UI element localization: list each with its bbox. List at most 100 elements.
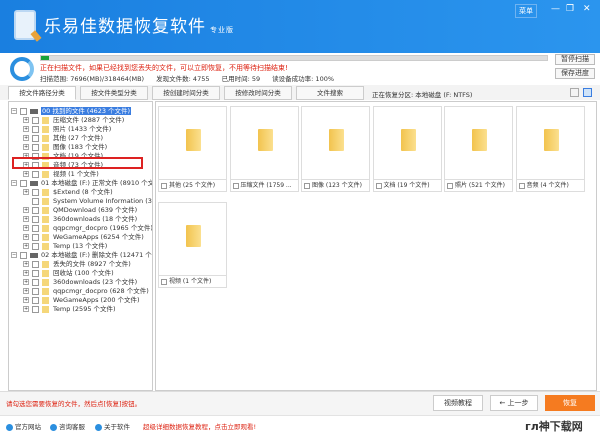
tab-0[interactable]: 按文件路径分类 xyxy=(8,86,76,100)
tree-item[interactable]: + qqpcmgr_docpro (1965 个文件) xyxy=(23,224,152,233)
expand-icon[interactable]: + xyxy=(23,135,29,141)
checkbox[interactable] xyxy=(32,242,39,250)
expand-icon[interactable]: + xyxy=(23,117,29,123)
tree-item[interactable]: + 照片 (1433 个文件) xyxy=(23,125,111,134)
checkbox[interactable] xyxy=(32,278,39,286)
edition-label: 专业版 xyxy=(210,26,234,34)
tab-1[interactable]: 按文件类型分类 xyxy=(80,86,148,100)
folder-tile[interactable]: 其他 (25 个文件) xyxy=(158,106,227,192)
checkbox[interactable] xyxy=(304,182,310,189)
pause-scan-button[interactable]: 暂停扫描 xyxy=(555,54,595,65)
tree-item[interactable]: + Temp (2595 个文件) xyxy=(23,305,116,314)
checkbox[interactable] xyxy=(32,197,39,205)
checkbox[interactable] xyxy=(20,251,27,259)
minimize-button[interactable]: — xyxy=(551,4,560,14)
expand-icon[interactable]: + xyxy=(23,243,29,249)
checkbox[interactable] xyxy=(32,269,39,277)
checkbox[interactable] xyxy=(32,143,39,151)
tree-item[interactable]: +360downloads (18 个文件) xyxy=(23,215,137,224)
tab-3[interactable]: 按修改时间分类 xyxy=(224,86,292,100)
expand-icon[interactable]: − xyxy=(11,252,17,258)
folder-tile[interactable]: 图像 (123 个文件) xyxy=(301,106,370,192)
expand-icon[interactable]: − xyxy=(11,180,17,186)
checkbox[interactable] xyxy=(447,182,453,189)
expand-icon[interactable]: + xyxy=(23,234,29,240)
checkbox[interactable] xyxy=(32,134,39,142)
tree-item[interactable]: + $Extend (8 个文件) xyxy=(23,188,113,197)
video-tutorial-button[interactable]: 视频教程 xyxy=(433,395,483,411)
back-button[interactable]: ← 上一步 xyxy=(490,395,538,411)
expand-icon[interactable]: + xyxy=(23,306,29,312)
recover-button[interactable]: 恢复 xyxy=(545,395,595,411)
tree-item[interactable]: − 02 本地磁盘 (F:) 删除文件 (12471 个文件) xyxy=(11,251,152,260)
tree-item[interactable]: + 其他 (27 个文件) xyxy=(23,134,103,143)
checkbox[interactable] xyxy=(518,182,525,189)
checkbox[interactable] xyxy=(161,182,167,189)
checkbox[interactable] xyxy=(32,116,39,124)
folder-tile[interactable]: 视频 (1 个文件) xyxy=(158,202,227,288)
expand-icon[interactable]: + xyxy=(23,225,29,231)
expand-icon[interactable]: − xyxy=(11,108,17,114)
tutorial-promo-link[interactable]: 超级详细数据恢复教程，点击立即观看! xyxy=(143,421,256,431)
expand-icon[interactable]: + xyxy=(23,288,29,294)
tree-item[interactable]: System Volume Information (3 个文件) xyxy=(23,197,152,206)
checkbox[interactable] xyxy=(32,305,39,313)
folder-tile[interactable]: 压缩文件 (1759 ... xyxy=(229,106,299,192)
tree-item[interactable]: − 00 找到的文件 (4623 个文件) xyxy=(11,107,132,116)
grid-view-icon[interactable] xyxy=(583,88,592,97)
folder-icon xyxy=(42,125,49,133)
tree-item[interactable]: + 压缩文件 (2887 个文件) xyxy=(23,116,124,125)
tree-item[interactable]: + 丢失的文件 (8927 个文件) xyxy=(23,260,131,269)
close-button[interactable]: ✕ xyxy=(583,4,591,14)
checkbox[interactable] xyxy=(32,206,39,214)
folder-tile[interactable]: 照片 (521 个文件) xyxy=(444,106,513,192)
checkbox[interactable] xyxy=(161,278,167,285)
checkbox[interactable] xyxy=(32,260,39,268)
save-progress-button[interactable]: 保存进度 xyxy=(555,68,595,79)
folder-icon xyxy=(42,188,49,196)
folder-icon xyxy=(42,260,49,268)
expand-icon[interactable]: + xyxy=(23,279,29,285)
expand-icon[interactable]: + xyxy=(23,261,29,267)
checkbox[interactable] xyxy=(32,224,39,232)
support-link[interactable]: 咨询客服 xyxy=(50,421,85,431)
expand-icon[interactable]: + xyxy=(23,189,29,195)
about-link[interactable]: 关于软件 xyxy=(95,421,130,431)
checkbox[interactable] xyxy=(32,125,39,133)
tree-item[interactable]: + WeGameApps (6254 个文件) xyxy=(23,233,144,242)
expand-icon[interactable]: + xyxy=(23,297,29,303)
checkbox[interactable] xyxy=(232,182,239,189)
tab-2[interactable]: 按创建时间分类 xyxy=(152,86,220,100)
expand-icon[interactable]: + xyxy=(23,144,29,150)
folder-tile[interactable]: 音频 (4 个文件) xyxy=(515,106,585,192)
official-site-link[interactable]: 官方网站 xyxy=(6,421,41,431)
tree-item[interactable]: + qqpcmgr_docpro (628 个文件) xyxy=(23,287,149,296)
expand-icon[interactable]: + xyxy=(23,207,29,213)
expand-icon[interactable]: + xyxy=(23,270,29,276)
tab-4[interactable]: 文件搜索 xyxy=(296,86,364,100)
checkbox[interactable] xyxy=(32,287,39,295)
tree-item[interactable]: + 视频 (1 个文件) xyxy=(23,170,99,179)
checkbox[interactable] xyxy=(20,107,27,115)
checkbox[interactable] xyxy=(32,188,39,196)
checkbox[interactable] xyxy=(32,233,39,241)
tree-item[interactable]: + Temp (13 个文件) xyxy=(23,242,107,251)
tree-item[interactable]: +360downloads (23 个文件) xyxy=(23,278,137,287)
menu-button[interactable]: 菜单 xyxy=(515,4,537,18)
list-view-icon[interactable] xyxy=(570,88,579,97)
checkbox[interactable] xyxy=(20,179,27,187)
tree-item[interactable]: + QMDownload (639 个文件) xyxy=(23,206,137,215)
checkbox[interactable] xyxy=(375,182,382,189)
expand-icon[interactable]: + xyxy=(23,216,29,222)
folder-tile[interactable]: 文档 (19 个文件) xyxy=(372,106,442,192)
expand-icon[interactable]: + xyxy=(23,171,29,177)
checkbox[interactable] xyxy=(32,296,39,304)
checkbox[interactable] xyxy=(32,170,39,178)
tree-item[interactable]: + 回收站 (100 个文件) xyxy=(23,269,114,278)
tree-item[interactable]: + WeGameApps (200 个文件) xyxy=(23,296,140,305)
checkbox[interactable] xyxy=(32,215,39,223)
tree-item[interactable]: − 01 本地磁盘 (F:) 正常文件 (8910 个文件) xyxy=(11,179,152,188)
maximize-button[interactable]: ❐ xyxy=(566,4,574,14)
tree-item[interactable]: + 图像 (183 个文件) xyxy=(23,143,107,152)
expand-icon[interactable]: + xyxy=(23,126,29,132)
